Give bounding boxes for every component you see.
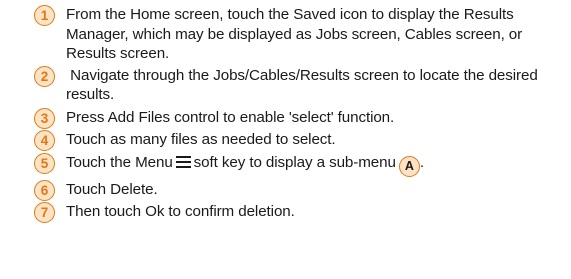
- step-text-after: soft key to display a sub-menu: [193, 153, 396, 171]
- step-text: From the Home screen, touch the Saved ic…: [66, 6, 523, 62]
- step-text: Then touch Ok to confirm deletion.: [66, 203, 295, 220]
- step-7: 7 Then touch Ok to confirm deletion.: [34, 202, 564, 223]
- step-number-badge: 1: [34, 5, 55, 26]
- step-text: Touch as many files as needed to select.: [66, 131, 336, 148]
- step-number-badge: 4: [34, 130, 55, 151]
- step-5: 5 Touch the Menu soft key to display a su…: [34, 152, 564, 177]
- step-number-badge: 3: [34, 107, 55, 129]
- step-3: 3 Press Add Files control to enable 'sel…: [34, 107, 564, 129]
- callout-badge-a: A: [398, 155, 420, 177]
- step-text-before: Touch the Menu: [66, 153, 173, 171]
- step-text: Press Add Files control to enable 'selec…: [66, 108, 395, 126]
- step-6: 6 Touch Delete.: [34, 179, 564, 201]
- instruction-steps: 1 From the Home screen, touch the Saved …: [34, 5, 564, 225]
- step-text: Navigate through the Jobs/Cables/Results…: [66, 66, 542, 104]
- step-number-badge: 2: [34, 65, 55, 87]
- step-1: 1 From the Home screen, touch the Saved …: [34, 5, 564, 64]
- step-number-badge: 6: [34, 179, 55, 201]
- menu-icon: [175, 155, 191, 168]
- step-4: 4 Touch as many files as needed to selec…: [34, 130, 564, 151]
- step-number-badge: 7: [34, 202, 55, 223]
- step-number-badge: 5: [34, 152, 55, 174]
- step-2: 2 Navigate through the Jobs/Cables/Resul…: [34, 65, 564, 105]
- step-text-end: .: [419, 153, 424, 171]
- step-text: Touch Delete.: [66, 180, 158, 198]
